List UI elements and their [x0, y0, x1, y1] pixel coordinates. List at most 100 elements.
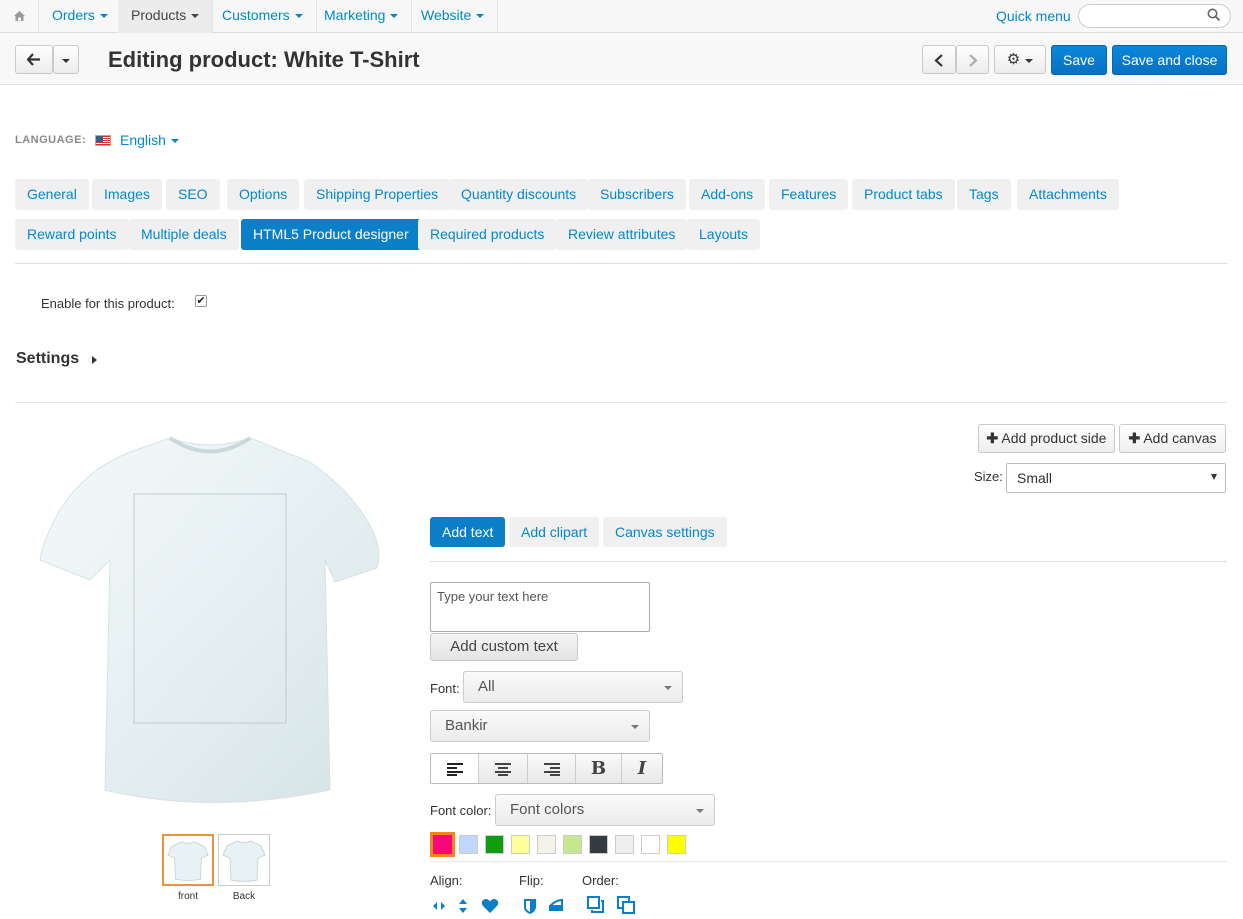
send-backward-icon[interactable] — [617, 896, 636, 915]
home-icon[interactable] — [0, 0, 39, 33]
bold-button[interactable]: B — [576, 754, 622, 783]
tab-images[interactable]: Images — [92, 179, 162, 210]
tab-required-products[interactable]: Required products — [418, 219, 557, 250]
size-select[interactable]: Small — [1006, 463, 1226, 493]
next-product-button[interactable] — [956, 45, 989, 74]
tab-html5-product-designer[interactable]: HTML5 Product designer — [241, 219, 421, 250]
color-swatch[interactable] — [430, 832, 455, 857]
bold-icon: B — [590, 758, 607, 779]
nav-marketing[interactable]: Marketing — [311, 0, 413, 33]
text-style-toolbar: B I — [430, 753, 663, 784]
font-family-select[interactable]: Bankir — [430, 710, 650, 742]
color-swatch[interactable] — [459, 835, 478, 854]
search-input[interactable] — [1078, 4, 1231, 28]
font-colors-select[interactable]: Font colors — [495, 794, 715, 826]
tab-features[interactable]: Features — [769, 179, 849, 210]
align-horizontal-center-icon[interactable] — [432, 900, 446, 912]
tab-options[interactable]: Options — [227, 179, 300, 210]
chevron-down-icon — [664, 686, 672, 690]
color-swatch[interactable] — [537, 835, 556, 854]
tab-multiple-deals[interactable]: Multiple deals — [129, 219, 239, 250]
save-button[interactable]: Save — [1051, 45, 1107, 75]
tshirt-thumb-icon — [167, 841, 209, 882]
back-button[interactable] — [15, 45, 53, 74]
caret-down-icon — [191, 14, 200, 19]
tab-add-ons[interactable]: Add-ons — [689, 179, 766, 210]
add-custom-text-button[interactable]: Add custom text — [430, 633, 578, 661]
thumb-label: Back — [232, 891, 256, 902]
color-swatch[interactable] — [667, 835, 686, 854]
italic-button[interactable]: I — [622, 754, 662, 783]
italic-icon: I — [637, 758, 647, 779]
nav-orders[interactable]: Orders — [39, 0, 122, 33]
chevron-down-icon — [696, 809, 704, 813]
tab-review-attributes[interactable]: Review attributes — [556, 219, 688, 250]
tshirt-thumb-icon — [222, 840, 266, 882]
custom-text-input[interactable]: Type your text here — [430, 582, 650, 632]
tab-layouts[interactable]: Layouts — [687, 219, 761, 250]
align-center-icon — [495, 763, 511, 776]
settings-dropdown-button[interactable]: ⚙ — [994, 45, 1046, 74]
add-product-side-button[interactable]: ✚ Add product side — [978, 424, 1115, 453]
nav-website[interactable]: Website — [408, 0, 499, 33]
nav-label: Marketing — [324, 7, 386, 23]
arrow-left-icon — [26, 53, 40, 66]
tshirt-preview-image — [39, 436, 380, 803]
color-swatch[interactable] — [511, 835, 530, 854]
plus-icon: ✚ — [986, 430, 999, 446]
plus-icon: ✚ — [1128, 430, 1141, 446]
tab-quantity-discounts[interactable]: Quantity discounts — [449, 179, 589, 210]
search-icon — [1207, 8, 1221, 22]
enable-checkbox[interactable]: ✔ — [195, 295, 207, 307]
tab-shipping-properties[interactable]: Shipping Properties — [304, 179, 451, 210]
quick-menu-link[interactable]: Quick menu — [996, 8, 1071, 24]
product-side-thumb-back[interactable] — [218, 834, 270, 886]
color-swatch[interactable] — [589, 835, 608, 854]
bring-forward-icon[interactable] — [587, 896, 605, 914]
prev-product-button[interactable] — [922, 45, 956, 74]
font-category-select[interactable]: All — [463, 671, 683, 703]
color-swatch[interactable] — [485, 835, 504, 854]
language-selector[interactable]: English — [120, 132, 179, 148]
caret-down-icon — [99, 14, 108, 19]
heart-icon[interactable] — [481, 898, 499, 914]
color-swatch[interactable] — [563, 835, 582, 854]
tab-attachments[interactable]: Attachments — [1017, 179, 1119, 210]
flip-vertical-icon[interactable] — [548, 898, 564, 912]
tab-subscribers[interactable]: Subscribers — [588, 179, 686, 210]
nav-label: Website — [421, 7, 472, 23]
tab-canvas-settings[interactable]: Canvas settings — [603, 517, 727, 547]
flip-label: Flip: — [519, 873, 544, 888]
tab-add-text[interactable]: Add text — [430, 517, 506, 547]
divider — [15, 263, 1227, 264]
color-swatch[interactable] — [615, 835, 634, 854]
tab-general[interactable]: General — [15, 179, 89, 210]
align-left-button[interactable] — [431, 754, 479, 783]
caret-right-icon — [92, 356, 97, 364]
align-right-button[interactable] — [528, 754, 576, 783]
font-color-label: Font color: — [430, 803, 492, 818]
add-canvas-button[interactable]: ✚ Add canvas — [1119, 424, 1226, 453]
tab-tags[interactable]: Tags — [957, 179, 1011, 210]
select-value: Font colors — [510, 801, 585, 818]
color-swatch[interactable] — [641, 835, 660, 854]
align-center-button[interactable] — [479, 754, 528, 783]
nav-products[interactable]: Products — [118, 0, 214, 33]
align-vertical-center-icon[interactable] — [457, 898, 469, 914]
nav-customers[interactable]: Customers — [209, 0, 317, 33]
divider — [15, 402, 1227, 403]
gear-icon: ⚙ — [1006, 51, 1021, 68]
product-side-thumb-front[interactable] — [162, 834, 214, 886]
save-and-close-button[interactable]: Save and close — [1112, 45, 1227, 75]
tab-seo[interactable]: SEO — [166, 179, 220, 210]
back-dropdown-button[interactable] — [53, 45, 79, 74]
settings-toggle[interactable]: Settings — [16, 350, 79, 368]
flip-horizontal-icon[interactable] — [523, 898, 537, 914]
tab-add-clipart[interactable]: Add clipart — [509, 517, 600, 547]
tab-product-tabs[interactable]: Product tabs — [852, 179, 955, 210]
nav-label: Products — [131, 7, 187, 23]
tab-reward-points[interactable]: Reward points — [15, 219, 129, 250]
us-flag-icon — [95, 135, 111, 146]
button-label: Add product side — [1001, 430, 1107, 446]
language-value: English — [120, 132, 166, 148]
